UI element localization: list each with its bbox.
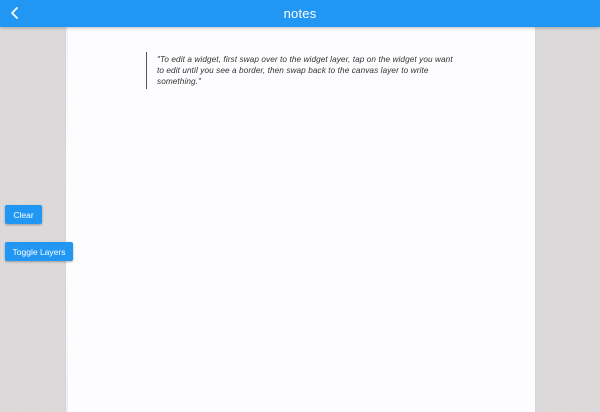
app-title: notes (283, 6, 317, 21)
drawing-canvas[interactable]: "To edit a widget, first swap over to th… (66, 27, 535, 412)
clear-button[interactable]: Clear (5, 205, 42, 224)
quote-text: "To edit a widget, first swap over to th… (157, 55, 453, 86)
workspace: "To edit a widget, first swap over to th… (0, 27, 600, 412)
quote-widget[interactable]: "To edit a widget, first swap over to th… (146, 52, 457, 89)
toggle-layers-button[interactable]: Toggle Layers (5, 242, 73, 261)
app-bar: notes (0, 0, 600, 27)
